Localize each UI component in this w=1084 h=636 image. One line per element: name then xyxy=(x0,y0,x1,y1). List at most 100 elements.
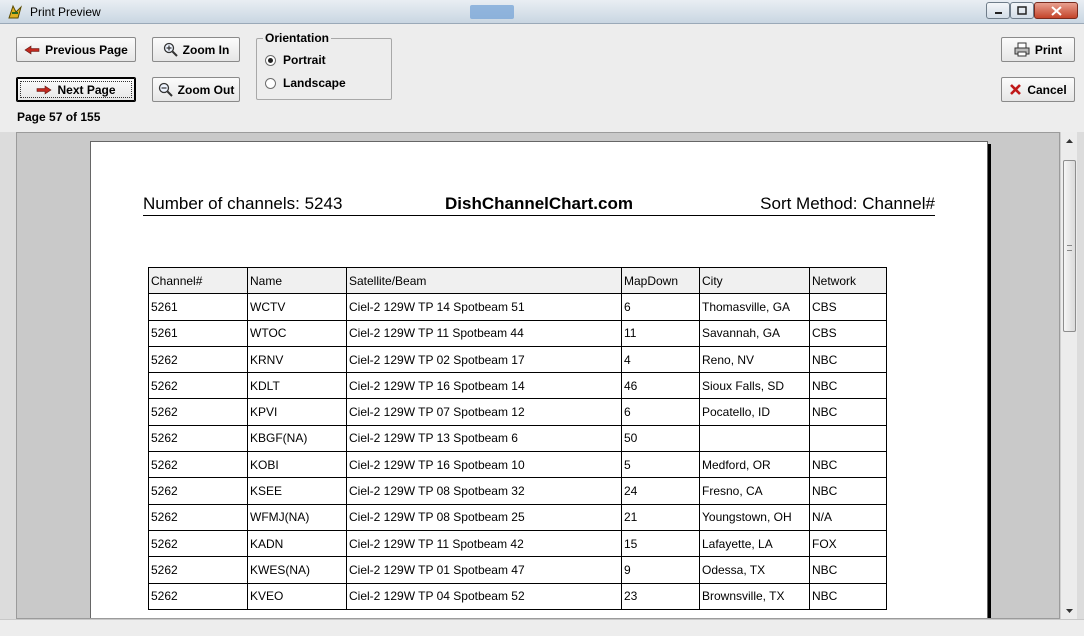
table-cell: KSEE xyxy=(247,477,347,505)
orientation-legend: Orientation xyxy=(263,31,332,45)
close-button[interactable] xyxy=(1034,2,1078,19)
cancel-label: Cancel xyxy=(1027,82,1067,97)
table-cell: 5262 xyxy=(148,372,248,400)
app-icon xyxy=(8,4,22,19)
zoom-out-icon xyxy=(158,82,173,97)
table-row: 5262 KPVI Ciel-2 129W TP 07 Spotbeam 12 6 Po… xyxy=(148,398,887,426)
maximize-button[interactable] xyxy=(1010,2,1034,19)
landscape-radio[interactable]: Landscape xyxy=(265,76,346,90)
portrait-radio[interactable]: Portrait xyxy=(265,53,326,67)
table-cell: KADN xyxy=(247,529,347,558)
arrow-right-icon xyxy=(37,84,53,95)
table-cell: Medford, OR xyxy=(699,451,810,479)
zoom-in-label: Zoom In xyxy=(182,42,230,57)
previous-page-label: Previous Page xyxy=(45,42,128,57)
preview-area[interactable]: Number of channels: 5243 DishChannelChar… xyxy=(16,132,1060,619)
table-cell: 24 xyxy=(621,477,700,505)
table-cell: Youngstown, OH xyxy=(699,503,810,531)
channel-table: Channel# Name Satellite/Beam MapDown City Net… xyxy=(148,266,887,610)
toolbar: Previous Page Next Page Zoom In Zoom Out… xyxy=(0,24,1084,132)
minimize-icon xyxy=(994,12,1002,14)
next-page-label: Next Page xyxy=(57,82,116,97)
title-bar[interactable]: Print Preview xyxy=(0,0,1084,24)
table-cell: 6 xyxy=(621,398,700,426)
scrollbar-grip xyxy=(1067,245,1072,251)
table-cell: FOX xyxy=(809,529,887,558)
column-header: MapDown xyxy=(621,266,700,295)
zoom-out-label: Zoom Out xyxy=(177,82,235,97)
table-row: 5261 WTOC Ciel-2 129W TP 11 Spotbeam 44 11 S… xyxy=(148,319,887,347)
print-label: Print xyxy=(1034,42,1063,57)
table-cell: Ciel-2 129W TP 04 Spotbeam 52 xyxy=(346,582,622,610)
portrait-label: Portrait xyxy=(283,53,326,67)
table-cell xyxy=(699,424,810,453)
table-cell: Lafayette, LA xyxy=(699,529,810,558)
table-cell: KVEO xyxy=(247,582,347,610)
table-cell: NBC xyxy=(809,477,887,505)
table-cell: 5262 xyxy=(148,503,248,531)
cancel-button[interactable]: Cancel xyxy=(1001,77,1075,102)
table-cell: 5261 xyxy=(148,319,248,347)
landscape-radio-indicator[interactable] xyxy=(265,77,276,89)
table-cell: KBGF(NA) xyxy=(247,424,347,453)
background-window-highlight xyxy=(470,5,514,19)
column-header: Name xyxy=(247,266,347,295)
zoom-in-button[interactable]: Zoom In xyxy=(152,37,240,62)
table-cell: CBS xyxy=(809,319,887,347)
table-cell: N/A xyxy=(809,503,887,531)
report-header: Number of channels: 5243 DishChannelChar… xyxy=(143,192,935,216)
table-cell xyxy=(809,424,887,453)
column-header: Satellite/Beam xyxy=(346,266,622,295)
table-cell: Pocatello, ID xyxy=(699,398,810,426)
next-page-button[interactable]: Next Page xyxy=(16,77,136,102)
table-cell: KOBI xyxy=(247,451,347,479)
table-cell: NBC xyxy=(809,398,887,426)
table-cell: Ciel-2 129W TP 13 Spotbeam 6 xyxy=(346,424,622,453)
zoom-out-button[interactable]: Zoom Out xyxy=(152,77,240,102)
table-cell: CBS xyxy=(809,293,887,321)
table-row: 5262 WFMJ(NA) Ciel-2 129W TP 08 Spotbeam 2… xyxy=(148,503,887,531)
table-row: 5262 KOBI Ciel-2 129W TP 16 Spotbeam 10 5 Me… xyxy=(148,451,887,479)
table-row: 5262 KVEO Ciel-2 129W TP 04 Spotbeam 52 23 B… xyxy=(148,582,887,610)
vertical-scrollbar[interactable] xyxy=(1060,132,1077,619)
table-cell: 5262 xyxy=(148,477,248,505)
close-icon xyxy=(1050,5,1062,16)
table-cell: 5 xyxy=(621,451,700,479)
page-indicator: Page 57 of 155 xyxy=(17,110,101,124)
table-cell: 5261 xyxy=(148,293,248,321)
table-cell: 6 xyxy=(621,293,700,321)
table-cell: WFMJ(NA) xyxy=(247,503,347,531)
table-cell: Ciel-2 129W TP 01 Spotbeam 47 xyxy=(346,556,622,584)
table-cell: NBC xyxy=(809,582,887,610)
table-cell: KDLT xyxy=(247,372,347,400)
table-cell: Ciel-2 129W TP 07 Spotbeam 12 xyxy=(346,398,622,426)
table-row: 5262 KDLT Ciel-2 129W TP 16 Spotbeam 14 46 S… xyxy=(148,372,887,400)
table-cell: 5262 xyxy=(148,424,248,453)
table-cell: WTOC xyxy=(247,319,347,347)
portrait-radio-indicator[interactable] xyxy=(265,54,276,66)
sort-method-text: Sort Method: Channel# xyxy=(760,194,935,213)
minimize-button[interactable] xyxy=(986,2,1010,19)
table-cell: 5262 xyxy=(148,582,248,610)
table-cell: 5262 xyxy=(148,345,248,374)
table-cell: Ciel-2 129W TP 11 Spotbeam 42 xyxy=(346,529,622,558)
scrollbar-thumb[interactable] xyxy=(1063,160,1076,332)
scroll-up-button[interactable] xyxy=(1061,132,1078,149)
table-cell: NBC xyxy=(809,451,887,479)
table-cell: NBC xyxy=(809,345,887,374)
scroll-down-arrow-icon xyxy=(1066,608,1073,613)
table-cell: Ciel-2 129W TP 08 Spotbeam 32 xyxy=(346,477,622,505)
table-cell: Reno, NV xyxy=(699,345,810,374)
print-button[interactable]: Print xyxy=(1001,37,1075,62)
table-cell: 46 xyxy=(621,372,700,400)
table-row: 5262 KADN Ciel-2 129W TP 11 Spotbeam 42 15 L… xyxy=(148,529,887,558)
orientation-group: Orientation Portrait Landscape xyxy=(256,31,392,100)
window-title: Print Preview xyxy=(30,5,101,19)
table-cell: Odessa, TX xyxy=(699,556,810,584)
table-cell: Ciel-2 129W TP 11 Spotbeam 44 xyxy=(346,319,622,347)
cancel-x-icon xyxy=(1010,84,1022,95)
previous-page-button[interactable]: Previous Page xyxy=(16,37,136,62)
table-cell: Ciel-2 129W TP 02 Spotbeam 17 xyxy=(346,345,622,374)
column-header: Network xyxy=(809,266,887,295)
scroll-down-button[interactable] xyxy=(1061,602,1078,619)
